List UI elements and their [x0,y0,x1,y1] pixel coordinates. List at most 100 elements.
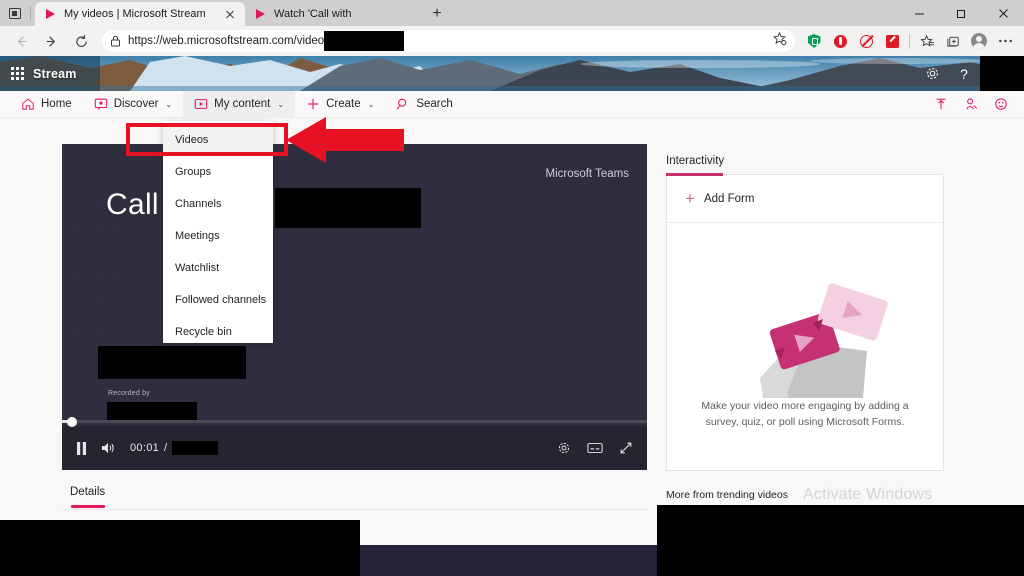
profile-avatar-icon[interactable] [966,28,992,54]
volume-icon[interactable] [101,441,116,455]
card-accent-bar [666,173,723,176]
stream-nav-actions [926,91,1024,118]
interactivity-title: Interactivity [666,155,725,167]
nav-item-create[interactable]: Create ⌄ [295,91,385,118]
details-tab-bar: Details [62,482,647,510]
pause-icon[interactable] [76,441,87,455]
progress-handle[interactable] [67,416,77,427]
current-time: 00:01 [130,442,160,454]
gear-icon[interactable] [916,56,948,91]
menu-item-meetings[interactable]: Meetings [163,220,273,252]
recorded-by-label: Recorded by [108,390,150,397]
nav-item-home[interactable]: Home [10,91,83,118]
browser-tab-2[interactable]: Watch 'Call with [245,2,425,26]
close-icon[interactable] [223,7,237,21]
teams-watermark: Microsoft Teams [545,168,629,180]
feedback-smiley-icon[interactable] [986,91,1016,118]
opera-extension-icon[interactable] [827,28,853,54]
nav-item-my-content[interactable]: My content ⌄ [183,90,296,118]
back-arrow-icon[interactable] [6,26,36,56]
search-icon [397,98,407,110]
banner-image [0,56,1024,91]
menu-item-groups[interactable]: Groups [163,156,273,188]
tab-search-icon[interactable] [0,0,30,26]
stream-navigation-bar: Home Discover ⌄ My content ⌄ Create ⌄ Se… [0,90,1024,118]
forms-illustration-svg [760,283,888,398]
nav-item-discover[interactable]: Discover ⌄ [83,91,183,118]
player-control-bar: 00:01 / [62,416,647,470]
new-tab-button[interactable]: + [425,2,449,26]
stream-header-actions: ? [916,56,1024,91]
captions-icon[interactable] [587,442,603,454]
annotation-highlight-box [126,123,288,156]
menu-item-followed-channels[interactable]: Followed channels [163,284,273,316]
browser-tab-1[interactable]: My videos | Microsoft Stream [35,2,245,26]
progress-bar[interactable] [62,416,647,427]
more-trending-label: More from trending videos [666,489,788,501]
add-person-icon[interactable] [956,91,986,118]
minimize-icon[interactable] [898,0,940,26]
active-tab-underline [70,505,105,508]
tab-label: Details [70,486,106,498]
add-favorite-icon[interactable] [772,31,787,51]
interactivity-card: + Add Form Make your video more engaging… [666,173,944,471]
stream-brand[interactable]: Stream [0,56,100,91]
nav-label: Create [326,98,361,110]
more-options-icon[interactable] [992,28,1018,54]
my-content-icon [194,99,208,109]
fullscreen-icon[interactable] [619,441,633,455]
reload-icon[interactable] [66,26,96,56]
browser-tab-strip: My videos | Microsoft Stream Watch 'Call… [0,0,1024,26]
lock-icon [111,35,120,47]
close-icon[interactable] [982,0,1024,26]
forward-arrow-icon[interactable] [36,26,66,56]
nav-label: My content [214,98,271,110]
nav-label: Discover [113,98,159,110]
tab-title: Watch 'Call with [274,8,352,20]
window-controls [898,0,1024,26]
plus-icon [307,98,319,110]
extension-icons [801,28,1018,54]
add-form-button[interactable]: + Add Form [667,175,943,223]
adblock-extension-icon[interactable] [853,28,879,54]
favorites-icon[interactable] [914,28,940,54]
tab-details[interactable]: Details [62,486,113,508]
page-bottom-dark-strip [360,545,657,576]
tab-title: My videos | Microsoft Stream [64,8,206,20]
help-icon[interactable]: ? [948,56,980,91]
redaction-block [275,188,421,228]
pen-extension-icon[interactable] [879,28,905,54]
address-bar[interactable]: https://web.microsoftstream.com/video, [102,30,795,52]
redaction-block [980,56,1024,91]
video-player[interactable]: Microsoft Teams Call Recorded by 00:01 / [62,144,647,470]
menu-item-channels[interactable]: Channels [163,188,273,220]
time-separator: / [164,442,168,454]
chevron-down-icon: ⌄ [367,99,375,109]
redaction-block [172,441,219,455]
url-text: https://web.microsoftstream.com/video, [128,35,328,47]
shield-extension-icon[interactable] [801,28,827,54]
nav-item-search[interactable]: Search [385,91,463,118]
menu-item-watchlist[interactable]: Watchlist [163,252,273,284]
nav-label: Home [41,98,72,110]
upload-icon[interactable] [926,91,956,118]
menu-item-recycle-bin[interactable]: Recycle bin [163,316,273,348]
gear-icon[interactable] [557,441,571,455]
stream-brand-label: Stream [33,66,77,81]
empty-text-line2: survey, quiz, or poll using Microsoft Fo… [705,416,905,429]
waffle-icon[interactable] [11,67,24,80]
add-form-label: Add Form [703,192,755,205]
stream-icon [256,9,265,19]
empty-text-line1: Make your video more engaging by adding … [701,400,909,412]
redaction-block [98,346,246,379]
collections-icon[interactable] [940,28,966,54]
plus-icon: + [685,189,695,208]
home-icon [22,98,34,110]
redaction-block [0,520,360,576]
player-left-controls: 00:01 / [76,426,219,470]
activate-windows-watermark: Activate Windows [803,486,933,503]
maximize-icon[interactable] [940,0,982,26]
redaction-block [657,505,1024,576]
divider [30,6,31,20]
forms-empty-text: Make your video more engaging by adding … [667,398,943,431]
